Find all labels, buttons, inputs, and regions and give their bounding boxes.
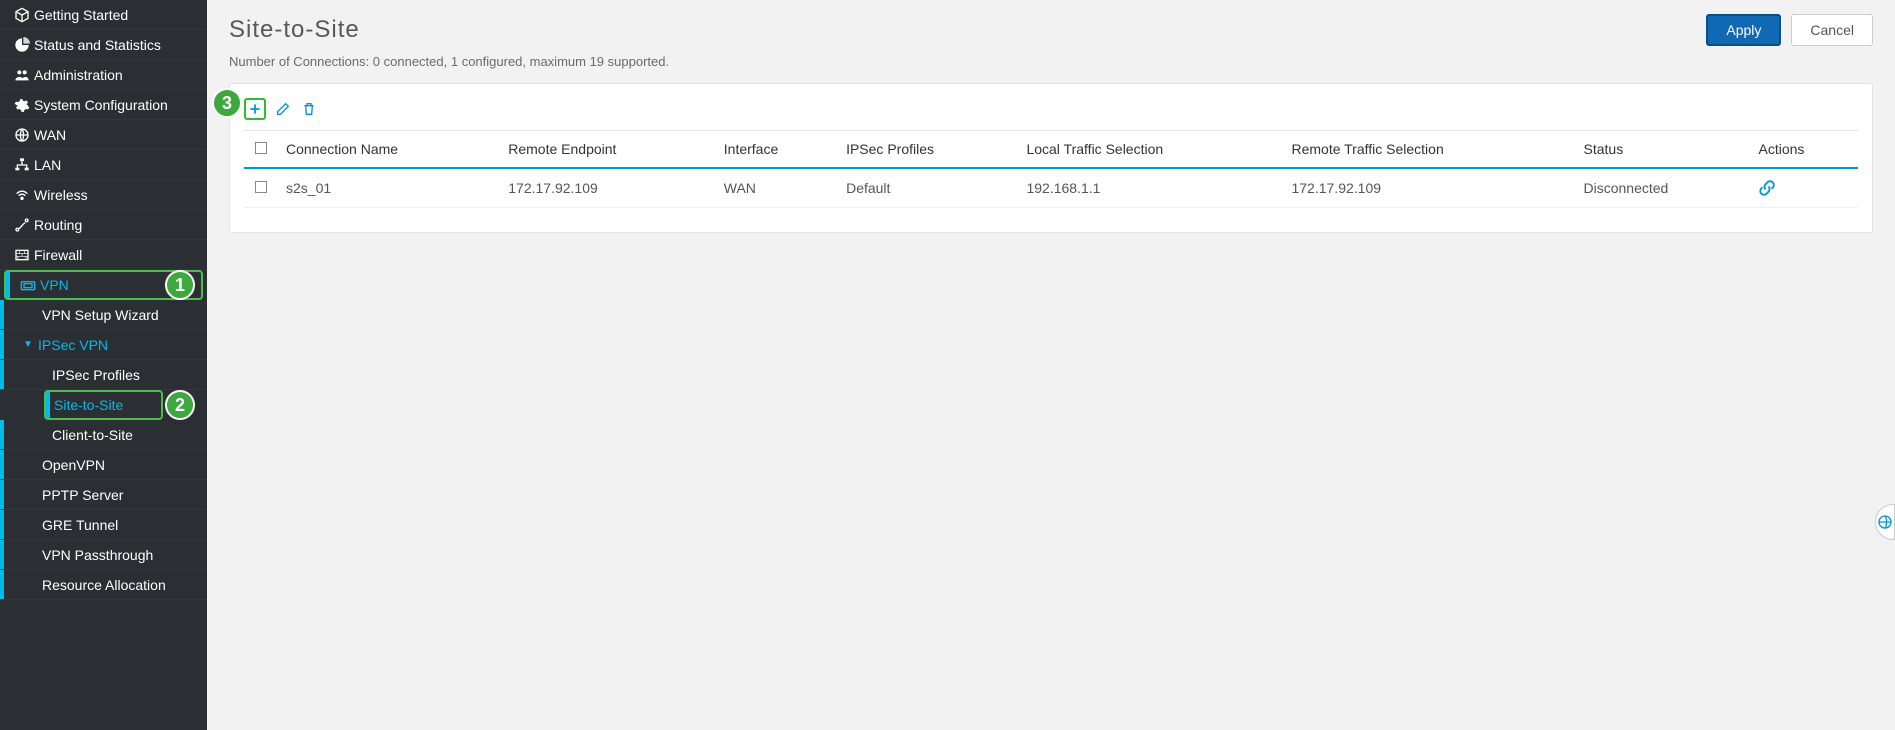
edit-button[interactable] — [274, 100, 292, 118]
table-toolbar — [244, 98, 1858, 130]
col-status[interactable]: Status — [1576, 131, 1751, 169]
sidebar-item-label: Status and Statistics — [34, 37, 161, 53]
col-select — [244, 131, 278, 169]
sidebar-item-label: VPN Passthrough — [42, 547, 153, 563]
col-ipsec-profiles[interactable]: IPSec Profiles — [838, 131, 1018, 169]
sidebar-item-label: Administration — [34, 67, 123, 83]
sidebar-item-label: OpenVPN — [42, 457, 105, 473]
sidebar-item-getting-started[interactable]: Getting Started — [0, 0, 207, 30]
sidebar-item-routing[interactable]: Routing — [0, 210, 207, 240]
cancel-button[interactable]: Cancel — [1791, 14, 1873, 46]
wifi-icon — [10, 187, 34, 203]
cell-status: Disconnected — [1576, 168, 1751, 208]
connections-card: 3 Connection Name Remote Endpoint — [229, 83, 1873, 233]
sidebar-item-label: Getting Started — [34, 7, 128, 23]
sidebar-item-sysconfig[interactable]: System Configuration — [0, 90, 207, 120]
sidebar-item-label: Wireless — [34, 187, 88, 203]
firewall-icon — [10, 247, 34, 263]
sidebar-item-openvpn[interactable]: OpenVPN — [0, 450, 207, 480]
col-remote-traffic[interactable]: Remote Traffic Selection — [1283, 131, 1575, 169]
sidebar-item-label: Firewall — [34, 247, 82, 263]
sidebar-item-firewall[interactable]: Firewall — [0, 240, 207, 270]
pie-chart-icon — [10, 37, 34, 53]
sidebar-item-label: IPSec Profiles — [52, 367, 140, 383]
sidebar-item-status[interactable]: Status and Statistics — [0, 30, 207, 60]
col-actions: Actions — [1750, 131, 1858, 169]
step-badge-3: 3 — [212, 88, 242, 118]
step-badge-2: 2 — [165, 390, 195, 420]
cell-ipsec-profile: Default — [838, 168, 1018, 208]
connections-table: Connection Name Remote Endpoint Interfac… — [244, 130, 1858, 208]
sidebar-item-label: LAN — [34, 157, 61, 173]
col-remote-endpoint[interactable]: Remote Endpoint — [500, 131, 716, 169]
sidebar-item-ipsec-vpn[interactable]: ▼ IPSec VPN — [0, 330, 207, 360]
col-local-traffic[interactable]: Local Traffic Selection — [1018, 131, 1283, 169]
cell-remote-endpoint: 172.17.92.109 — [500, 168, 716, 208]
sidebar: Getting Started Status and Statistics Ad… — [0, 0, 207, 730]
sidebar-item-admin[interactable]: Administration — [0, 60, 207, 90]
sidebar-item-site-to-site[interactable]: Site-to-Site — [44, 390, 163, 420]
cell-local-traffic: 192.168.1.1 — [1018, 168, 1283, 208]
step-badge-1: 1 — [165, 270, 195, 300]
sidebar-item-vpn-wizard[interactable]: VPN Setup Wizard — [0, 300, 207, 330]
vpn-icon — [16, 277, 40, 293]
routing-icon — [10, 217, 34, 233]
sidebar-item-label: System Configuration — [34, 97, 168, 113]
sidebar-item-label: WAN — [34, 127, 66, 143]
connect-icon[interactable] — [1758, 179, 1850, 197]
sidebar-item-ipsec-profiles[interactable]: IPSec Profiles — [0, 360, 207, 390]
sidebar-item-lan[interactable]: LAN — [0, 150, 207, 180]
delete-button[interactable] — [300, 100, 318, 118]
network-icon — [10, 157, 34, 173]
sidebar-item-label: PPTP Server — [42, 487, 123, 503]
sidebar-item-gre[interactable]: GRE Tunnel — [0, 510, 207, 540]
col-connection-name[interactable]: Connection Name — [278, 131, 500, 169]
sidebar-item-wireless[interactable]: Wireless — [0, 180, 207, 210]
page-header: Site-to-Site Apply Cancel — [207, 0, 1895, 54]
sidebar-item-wan[interactable]: WAN — [0, 120, 207, 150]
caret-down-icon: ▼ — [18, 339, 38, 350]
sidebar-item-label: Site-to-Site — [54, 397, 123, 413]
sidebar-item-label: VPN — [40, 277, 69, 293]
sidebar-item-label: IPSec VPN — [38, 337, 108, 353]
sidebar-item-label: Resource Allocation — [42, 577, 166, 593]
cell-interface: WAN — [716, 168, 838, 208]
connection-summary: Number of Connections: 0 connected, 1 co… — [207, 54, 1895, 83]
cube-icon — [10, 7, 34, 23]
col-interface[interactable]: Interface — [716, 131, 838, 169]
cell-connection-name: s2s_01 — [278, 168, 500, 208]
gear-icon — [10, 97, 34, 113]
globe-icon — [10, 127, 34, 143]
sidebar-item-pptp[interactable]: PPTP Server — [0, 480, 207, 510]
main-content: Site-to-Site Apply Cancel Number of Conn… — [207, 0, 1895, 730]
sidebar-item-label: VPN Setup Wizard — [42, 307, 159, 323]
apply-button[interactable]: Apply — [1706, 14, 1781, 46]
users-icon — [10, 67, 34, 83]
help-bubble[interactable] — [1875, 504, 1895, 540]
sidebar-item-client-to-site[interactable]: Client-to-Site — [0, 420, 207, 450]
sidebar-item-label: GRE Tunnel — [42, 517, 118, 533]
sidebar-item-resource-allocation[interactable]: Resource Allocation — [0, 570, 207, 600]
sidebar-item-passthrough[interactable]: VPN Passthrough — [0, 540, 207, 570]
sidebar-item-label: Routing — [34, 217, 82, 233]
table-row[interactable]: s2s_01 172.17.92.109 WAN Default 192.168… — [244, 168, 1858, 208]
cell-remote-traffic: 172.17.92.109 — [1283, 168, 1575, 208]
page-title: Site-to-Site — [229, 16, 1696, 44]
add-button[interactable] — [244, 98, 266, 120]
select-all-checkbox[interactable] — [255, 142, 267, 154]
row-checkbox[interactable] — [255, 181, 267, 193]
sidebar-item-label: Client-to-Site — [52, 427, 133, 443]
